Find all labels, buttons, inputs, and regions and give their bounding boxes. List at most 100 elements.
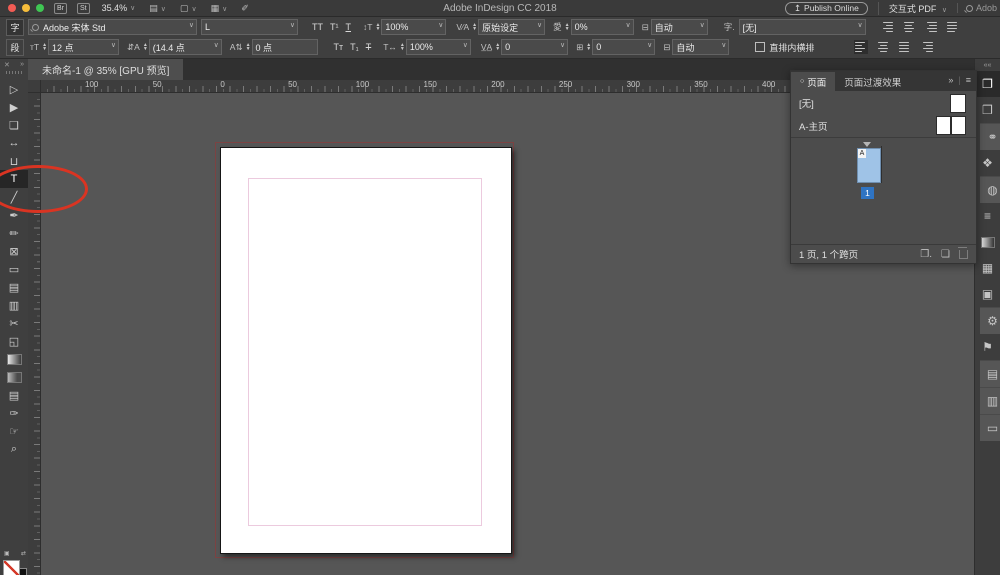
links-panel-icon[interactable]: ⚭ [980, 123, 1000, 150]
proportional-spacing-stepper[interactable]: ▲▼ [586, 43, 591, 51]
gap-tool[interactable]: ↔ [0, 134, 28, 152]
close-window-button[interactable] [8, 4, 16, 12]
align-bottom-button[interactable] [924, 20, 938, 34]
publish-online-button[interactable]: ↥ Publish Online [785, 2, 868, 15]
paragraph-formatting-tab[interactable]: 段 [6, 39, 24, 56]
new-page-button[interactable]: ❏ [941, 249, 950, 260]
drag-grip[interactable] [6, 71, 22, 74]
zoom-level-dropdown[interactable]: 35.4% [102, 3, 128, 13]
scissors-tool[interactable]: ✂ [0, 314, 28, 332]
character-formatting-tab[interactable]: 字 [6, 19, 24, 36]
tools-panel-header[interactable]: ✕ » [0, 59, 28, 80]
screen-mode-button[interactable]: ▢∨ [180, 3, 197, 14]
pencil-tool[interactable]: ✏ [0, 224, 28, 242]
layers-panel-icon[interactable]: ❖ [975, 150, 1000, 176]
delete-page-button[interactable] [959, 250, 968, 259]
document-page[interactable] [220, 147, 512, 554]
align-center-button[interactable] [876, 40, 890, 54]
vertical-scale-stepper[interactable]: ▲▼ [375, 23, 380, 31]
search-field[interactable]: Adob [957, 3, 1000, 13]
vertical-scale-field[interactable]: 100% [381, 19, 446, 35]
leading-stepper[interactable]: ▲▼ [143, 43, 148, 51]
page-tool[interactable]: ❏ [0, 116, 28, 134]
pages-panel-icon[interactable]: ❐ [975, 71, 1000, 97]
tatechuyoko-checkbox[interactable] [755, 42, 765, 52]
default-fill-stroke-icon[interactable]: ▣ [4, 550, 10, 557]
buttons-forms-panel-icon[interactable]: ▤ [980, 360, 1000, 387]
baseline-shift-stepper[interactable]: ▲▼ [246, 43, 251, 51]
stroke-panel-icon[interactable]: ≡ [975, 203, 1000, 229]
collapse-icon[interactable]: » [20, 61, 24, 68]
horizontal-scale-field[interactable]: 100% [406, 39, 471, 55]
baseline-shift-field[interactable]: 0 点 [252, 39, 318, 55]
hand-tool[interactable]: ☞ [0, 422, 28, 440]
rectangle-tool[interactable]: ▭ [0, 260, 28, 278]
small-caps-button[interactable]: Tт [334, 42, 344, 52]
page-transitions-panel-icon[interactable]: ❒ [975, 97, 1000, 123]
arrange-documents-button[interactable]: ▦∨ [211, 3, 228, 14]
bridge-button[interactable]: Br [54, 3, 67, 14]
tracking-stepper[interactable]: ▲▼ [495, 43, 500, 51]
color-panel-icon[interactable]: ◍ [980, 176, 1000, 203]
tab-pages[interactable]: ○ 页面 [791, 72, 835, 91]
justify-v-button[interactable] [946, 20, 960, 34]
jidori-field[interactable]: 自动 [651, 19, 708, 35]
panel-collapse-icon[interactable]: » [948, 75, 953, 85]
underline-button[interactable]: T [346, 22, 352, 32]
proportional-spacing-field[interactable]: 0 [592, 39, 655, 55]
character-style-combo[interactable]: [无] [739, 19, 866, 35]
gradient-panel-icon[interactable] [975, 229, 1000, 255]
swatches-panel-icon[interactable]: ▦ [975, 255, 1000, 281]
swap-fill-stroke-icon[interactable]: ⇄ [21, 550, 26, 557]
align-center-v-button[interactable] [902, 20, 916, 34]
epub-preview-panel-icon[interactable]: ▭ [980, 414, 1000, 441]
font-size-field[interactable]: 12 点 [48, 39, 119, 55]
eyedropper-tool[interactable]: ✑ [0, 404, 28, 422]
zoom-tool[interactable]: ⌕ [0, 440, 28, 458]
note-tool[interactable]: ▤ [0, 386, 28, 404]
stock-button[interactable]: St [77, 3, 90, 14]
kerning-field[interactable]: 原始设定 [478, 19, 545, 35]
direct-selection-tool[interactable]: ▶ [0, 98, 28, 116]
font-style-combo[interactable]: L [201, 19, 298, 35]
page-1-thumbnail[interactable]: A [857, 148, 881, 183]
workspace-switcher[interactable]: 交互式 PDF ∨ [878, 2, 947, 15]
minimize-window-button[interactable] [22, 4, 30, 12]
kerning-stepper[interactable]: ▲▼ [472, 23, 477, 31]
effects-panel-icon[interactable]: ⚙ [980, 307, 1000, 334]
jidori2-field[interactable]: 自动 [672, 39, 729, 55]
superscript-button[interactable]: T¹ [330, 22, 339, 32]
font-family-combo[interactable]: Adobe 宋体 Std [28, 19, 197, 35]
zoom-window-button[interactable] [36, 4, 44, 12]
panel-menu-icon[interactable]: ≡ [966, 75, 971, 85]
gradient-swatch-tool[interactable] [0, 350, 28, 368]
align-left-button[interactable] [854, 40, 868, 54]
page-1-number-badge[interactable]: 1 [861, 187, 874, 199]
subscript-button[interactable]: T₁ [350, 42, 359, 52]
strikethrough-button[interactable]: T [366, 42, 372, 52]
rectangle-frame-tool[interactable]: ⊠ [0, 242, 28, 260]
media-panel-icon[interactable]: ▥ [980, 387, 1000, 414]
all-caps-button[interactable]: TT [312, 22, 323, 32]
close-icon[interactable]: ✕ [4, 61, 10, 69]
align-right-button[interactable] [920, 40, 934, 54]
grid-squeeze-stepper[interactable]: ▲▼ [565, 23, 570, 31]
master-none-row[interactable]: [无] [791, 91, 976, 114]
horizontal-grid-tool[interactable]: ▤ [0, 278, 28, 296]
justify-button[interactable] [898, 40, 912, 54]
bookmarks-panel-icon[interactable]: ⚑ [975, 334, 1000, 360]
free-transform-tool[interactable]: ◱ [0, 332, 28, 350]
tab-page-transitions[interactable]: 页面过渡效果 [835, 72, 910, 91]
align-top-button[interactable] [880, 20, 894, 34]
font-size-stepper[interactable]: ▲▼ [42, 43, 47, 51]
tracking-field[interactable]: 0 [501, 39, 568, 55]
ruler-origin-corner[interactable] [28, 80, 41, 93]
master-a-row[interactable]: A-主页 [791, 114, 976, 137]
selection-tool[interactable]: ▷ [0, 80, 28, 98]
document-tab[interactable]: 未命名-1 @ 35% [GPU 预览] [28, 59, 183, 80]
expand-panels-button[interactable]: «« [975, 59, 1000, 71]
grid-squeeze-field[interactable]: 0% [571, 19, 634, 35]
leading-field[interactable]: (14.4 点 [149, 39, 222, 55]
edit-page-size-button[interactable]: ❐. [920, 249, 932, 260]
cc-libraries-panel-icon[interactable]: ▣ [975, 281, 1000, 307]
